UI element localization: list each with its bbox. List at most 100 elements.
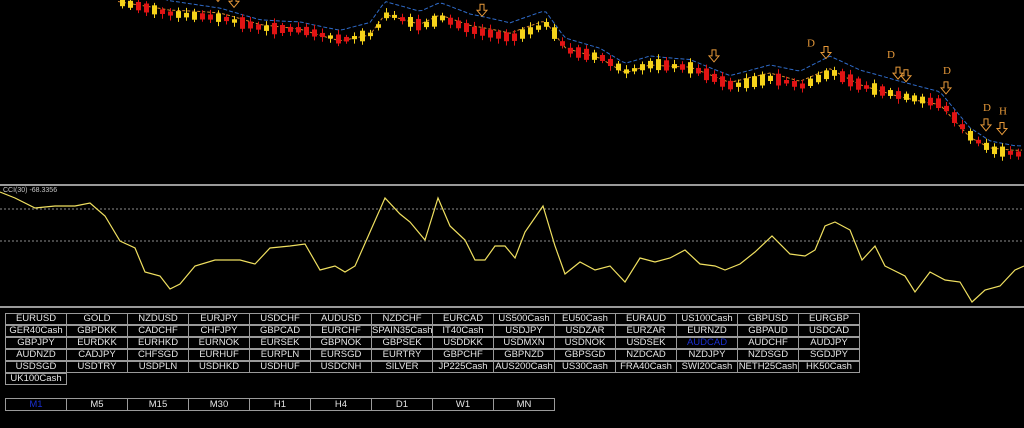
symbol-button-nzdcad[interactable]: NZDCAD	[615, 349, 677, 361]
candle	[592, 52, 597, 60]
symbol-button-usdchf[interactable]: USDCHF	[249, 313, 311, 325]
symbol-button-usdmxn[interactable]: USDMXN	[493, 337, 555, 349]
symbol-button-gbpusd[interactable]: GBPUSD	[737, 313, 799, 325]
symbol-button-chfsgd[interactable]: CHFSGD	[127, 349, 189, 361]
candle	[400, 17, 405, 22]
timeframe-button-m5[interactable]: M5	[66, 398, 128, 411]
symbol-button-ger40cash[interactable]: GER40Cash	[5, 325, 67, 337]
symbol-button-eurhkd[interactable]: EURHKD	[127, 337, 189, 349]
symbol-button-neth25cash[interactable]: NETH25Cash	[737, 361, 799, 373]
symbol-button-nzdjpy[interactable]: NZDJPY	[676, 349, 738, 361]
symbol-button-gbpsek[interactable]: GBPSEK	[371, 337, 433, 349]
symbol-button-cadchf[interactable]: CADCHF	[127, 325, 189, 337]
symbol-button-usdtry[interactable]: USDTRY	[66, 361, 128, 373]
candle	[328, 35, 333, 39]
symbol-button-eurdkk[interactable]: EURDKK	[66, 337, 128, 349]
symbol-button-audnzd[interactable]: AUDNZD	[5, 349, 67, 361]
candle	[768, 75, 773, 81]
symbol-button-eurcad[interactable]: EURCAD	[432, 313, 494, 325]
timeframe-button-m15[interactable]: M15	[127, 398, 189, 411]
symbol-button-usddkk[interactable]: USDDKK	[432, 337, 494, 349]
symbol-button-hk50cash[interactable]: HK50Cash	[798, 361, 860, 373]
symbol-button-gbpchf[interactable]: GBPCHF	[432, 349, 494, 361]
candle	[672, 64, 677, 69]
candle	[880, 86, 885, 96]
symbol-button-silver[interactable]: SILVER	[371, 361, 433, 373]
symbol-button-aus200cash[interactable]: AUS200Cash	[493, 361, 555, 373]
candle	[1000, 146, 1005, 157]
symbol-button-eurusd[interactable]: EURUSD	[5, 313, 67, 325]
symbol-button-eu50cash[interactable]: EU50Cash	[554, 313, 616, 325]
symbol-button-it40cash[interactable]: IT40Cash	[432, 325, 494, 337]
symbol-button-sgdjpy[interactable]: SGDJPY	[798, 349, 860, 361]
symbol-button-gbpnzd[interactable]: GBPNZD	[493, 349, 555, 361]
signal-down-arrow-icon	[899, 69, 913, 83]
symbol-button-usdsgd[interactable]: USDSGD	[5, 361, 67, 373]
symbol-button-us500cash[interactable]: US500Cash	[493, 313, 555, 325]
symbol-button-eurzar[interactable]: EURZAR	[615, 325, 677, 337]
symbol-button-eursek[interactable]: EURSEK	[249, 337, 311, 349]
symbol-button-usdcnh[interactable]: USDCNH	[310, 361, 372, 373]
symbol-button-eurgbp[interactable]: EURGBP	[798, 313, 860, 325]
symbol-button-chfjpy[interactable]: CHFJPY	[188, 325, 250, 337]
candle	[984, 142, 989, 150]
symbol-button-audjpy[interactable]: AUDJPY	[798, 337, 860, 349]
price-chart[interactable]: DDDD H	[0, 0, 1024, 184]
symbol-button-eurchf[interactable]: EURCHF	[310, 325, 372, 337]
candle	[280, 25, 285, 33]
timeframe-button-mn[interactable]: MN	[493, 398, 555, 411]
symbol-button-gbpjpy[interactable]: GBPJPY	[5, 337, 67, 349]
symbol-button-swi20cash[interactable]: SWI20Cash	[676, 361, 738, 373]
symbol-button-gbpcad[interactable]: GBPCAD	[249, 325, 311, 337]
symbol-button-nzdsgd[interactable]: NZDSGD	[737, 349, 799, 361]
symbol-button-eurnzd[interactable]: EURNZD	[676, 325, 738, 337]
cci-indicator-pane[interactable]	[0, 186, 1024, 306]
timeframe-button-h1[interactable]: H1	[249, 398, 311, 411]
symbol-button-cadjpy[interactable]: CADJPY	[66, 349, 128, 361]
candle	[464, 23, 469, 33]
symbol-button-audchf[interactable]: AUDCHF	[737, 337, 799, 349]
symbol-button-nzdusd[interactable]: NZDUSD	[127, 313, 189, 325]
symbol-button-uk100cash[interactable]: UK100Cash	[5, 373, 67, 385]
symbol-button-jp225cash[interactable]: JP225Cash	[432, 361, 494, 373]
timeframe-button-m1[interactable]: M1	[5, 398, 67, 411]
symbol-button-gbpsgd[interactable]: GBPSGD	[554, 349, 616, 361]
symbol-button-gbpdkk[interactable]: GBPDKK	[66, 325, 128, 337]
symbol-button-gbpnok[interactable]: GBPNOK	[310, 337, 372, 349]
symbol-button-usdzar[interactable]: USDZAR	[554, 325, 616, 337]
symbol-button-nzdchf[interactable]: NZDCHF	[371, 313, 433, 325]
symbol-button-usdhuf[interactable]: USDHUF	[249, 361, 311, 373]
candle	[176, 11, 181, 18]
symbol-button-usdsek[interactable]: USDSEK	[615, 337, 677, 349]
symbol-button-eurjpy[interactable]: EURJPY	[188, 313, 250, 325]
cci-chart[interactable]	[0, 186, 1024, 306]
symbol-button-eurtry[interactable]: EURTRY	[371, 349, 433, 361]
symbol-button-us30cash[interactable]: US30Cash	[554, 361, 616, 373]
symbol-button-euraud[interactable]: EURAUD	[615, 313, 677, 325]
symbol-button-fra40cash[interactable]: FRA40Cash	[615, 361, 677, 373]
symbol-button-usdjpy[interactable]: USDJPY	[493, 325, 555, 337]
candle	[448, 17, 453, 25]
symbol-button-usdpln[interactable]: USDPLN	[127, 361, 189, 373]
price-chart-pane[interactable]: DDDDH	[0, 0, 1024, 184]
symbol-button-usdcad[interactable]: USDCAD	[798, 325, 860, 337]
symbol-button-gold[interactable]: GOLD	[66, 313, 128, 325]
symbol-button-usdhkd[interactable]: USDHKD	[188, 361, 250, 373]
candle	[360, 30, 365, 42]
symbol-button-us100cash[interactable]: US100Cash	[676, 313, 738, 325]
bottom-axis-strip	[0, 424, 1024, 428]
symbol-button-usdnok[interactable]: USDNOK	[554, 337, 616, 349]
candle	[392, 14, 397, 18]
timeframe-button-h4[interactable]: H4	[310, 398, 372, 411]
timeframe-button-w1[interactable]: W1	[432, 398, 494, 411]
symbol-button-eurhuf[interactable]: EURHUF	[188, 349, 250, 361]
symbol-button-eurnok[interactable]: EURNOK	[188, 337, 250, 349]
timeframe-button-m30[interactable]: M30	[188, 398, 250, 411]
symbol-button-eurpln[interactable]: EURPLN	[249, 349, 311, 361]
timeframe-button-d1[interactable]: D1	[371, 398, 433, 411]
symbol-button-audusd[interactable]: AUDUSD	[310, 313, 372, 325]
symbol-button-gbpaud[interactable]: GBPAUD	[737, 325, 799, 337]
symbol-button-spain35cash[interactable]: SPAIN35Cash	[371, 325, 433, 337]
symbol-button-eursgd[interactable]: EURSGD	[310, 349, 372, 361]
symbol-button-audcad[interactable]: AUDCAD	[676, 337, 738, 349]
